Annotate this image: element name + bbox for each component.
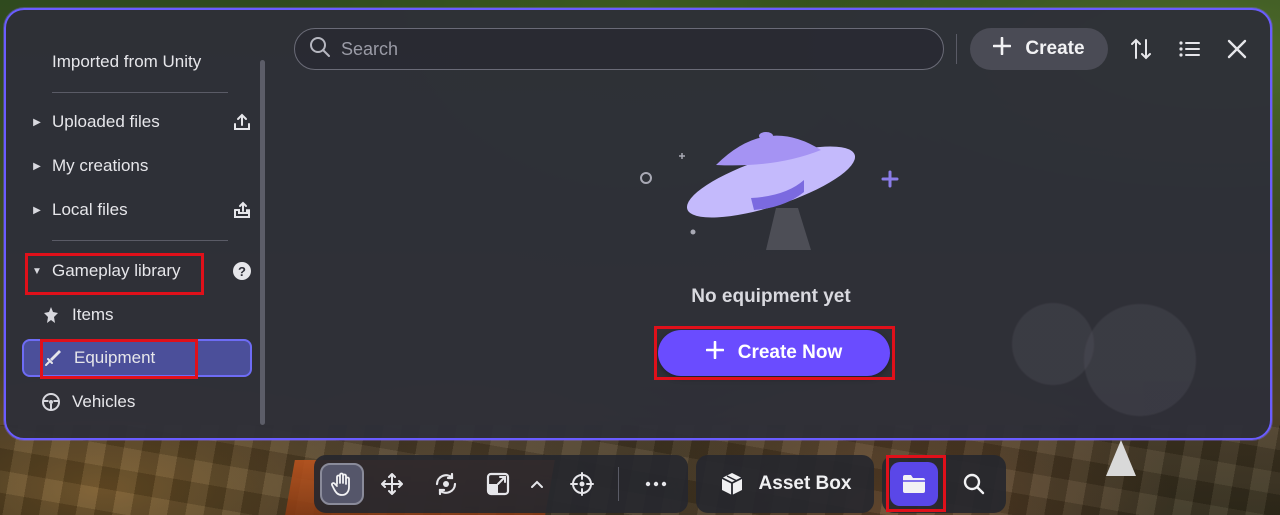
move-tool-button[interactable] (370, 463, 414, 505)
sidebar-item-label: Items (72, 305, 114, 324)
sort-icon[interactable] (1126, 34, 1156, 64)
sidebar-item-local-files[interactable]: ▶ Local files (22, 191, 254, 229)
move-icon (381, 473, 403, 495)
chevron-up-icon (531, 480, 543, 488)
library-toolbar (882, 455, 1006, 513)
ufo-illustration (640, 132, 899, 250)
sidebar-item-equipment[interactable]: Equipment (22, 339, 252, 377)
sidebar-item-uploaded-files[interactable]: ▶ Uploaded files (22, 103, 254, 141)
local-upload-icon[interactable] (230, 200, 254, 220)
sidebar-item-label: Uploaded files (52, 112, 160, 131)
asset-box-label: Asset Box (758, 473, 852, 494)
search-icon (309, 36, 331, 63)
sidebar-item-label: Vehicles (72, 392, 136, 411)
create-now-label: Create Now (737, 342, 843, 363)
create-button-label: Create (1025, 38, 1085, 59)
global-search-button[interactable] (952, 462, 996, 506)
help-icon[interactable]: ? (230, 261, 254, 281)
toolbar-divider (956, 34, 957, 64)
folder-icon (903, 475, 925, 493)
caret-right-icon: ▶ (33, 160, 41, 172)
search-bar[interactable] (294, 28, 944, 70)
scale-icon (486, 472, 510, 496)
expand-tools-button[interactable] (520, 463, 554, 505)
sidebar-divider (52, 240, 228, 241)
rotate-tool-button[interactable] (424, 463, 468, 505)
list-view-icon[interactable] (1174, 34, 1204, 64)
more-options-button[interactable] (634, 463, 678, 505)
search-icon (963, 473, 985, 495)
items-icon (36, 305, 66, 325)
plus-icon (993, 36, 1012, 61)
sidebar: Imported from Unity ▶ Uploaded files ▶ M… (6, 10, 274, 438)
create-now-button[interactable]: Create Now (658, 330, 890, 376)
transform-toolbar (314, 455, 688, 513)
close-icon[interactable] (1222, 34, 1252, 64)
sidebar-divider (52, 92, 228, 93)
steering-wheel-icon (36, 392, 66, 412)
asset-box-button[interactable]: Asset Box (696, 455, 874, 513)
panel-background-scene (966, 280, 1256, 438)
plus-icon (705, 340, 725, 365)
hand-icon (331, 472, 350, 496)
caret-down-icon: ▼ (32, 265, 42, 277)
sidebar-item-gameplay-library[interactable]: ▼ Gameplay library ? (22, 252, 254, 290)
sidebar-item-label: My creations (52, 156, 149, 175)
sword-icon (38, 348, 68, 368)
sidebar-item-vehicles[interactable]: Vehicles (22, 383, 252, 421)
search-input[interactable] (341, 38, 943, 60)
empty-state-message: No equipment yet (691, 286, 851, 307)
hand-tool-button[interactable] (320, 463, 364, 505)
asset-library-panel: Imported from Unity ▶ Uploaded files ▶ M… (4, 8, 1272, 440)
scale-tool-button[interactable] (476, 463, 520, 505)
sidebar-item-label: Equipment (74, 348, 156, 367)
asset-library-button[interactable] (890, 462, 938, 506)
more-icon (645, 481, 667, 487)
sidebar-item-imported-from-unity[interactable]: Imported from Unity (52, 52, 201, 72)
pivot-tool-button[interactable] (560, 463, 604, 505)
sidebar-scrollbar[interactable] (260, 60, 265, 425)
toolbar-divider (618, 467, 619, 501)
sidebar-item-label: Gameplay library (52, 261, 181, 280)
rotate-icon (435, 472, 457, 496)
svg-text:?: ? (238, 264, 246, 279)
upload-icon[interactable] (230, 112, 254, 132)
caret-right-icon: ▶ (33, 204, 41, 216)
sidebar-item-my-creations[interactable]: ▶ My creations (22, 147, 254, 185)
sidebar-item-label: Local files (52, 200, 128, 219)
pivot-icon (570, 472, 594, 496)
create-button[interactable]: Create (970, 28, 1108, 70)
sidebar-item-items[interactable]: Items (22, 296, 252, 334)
caret-right-icon: ▶ (33, 116, 41, 128)
background-cone (1106, 440, 1136, 476)
cube-icon (721, 473, 742, 495)
